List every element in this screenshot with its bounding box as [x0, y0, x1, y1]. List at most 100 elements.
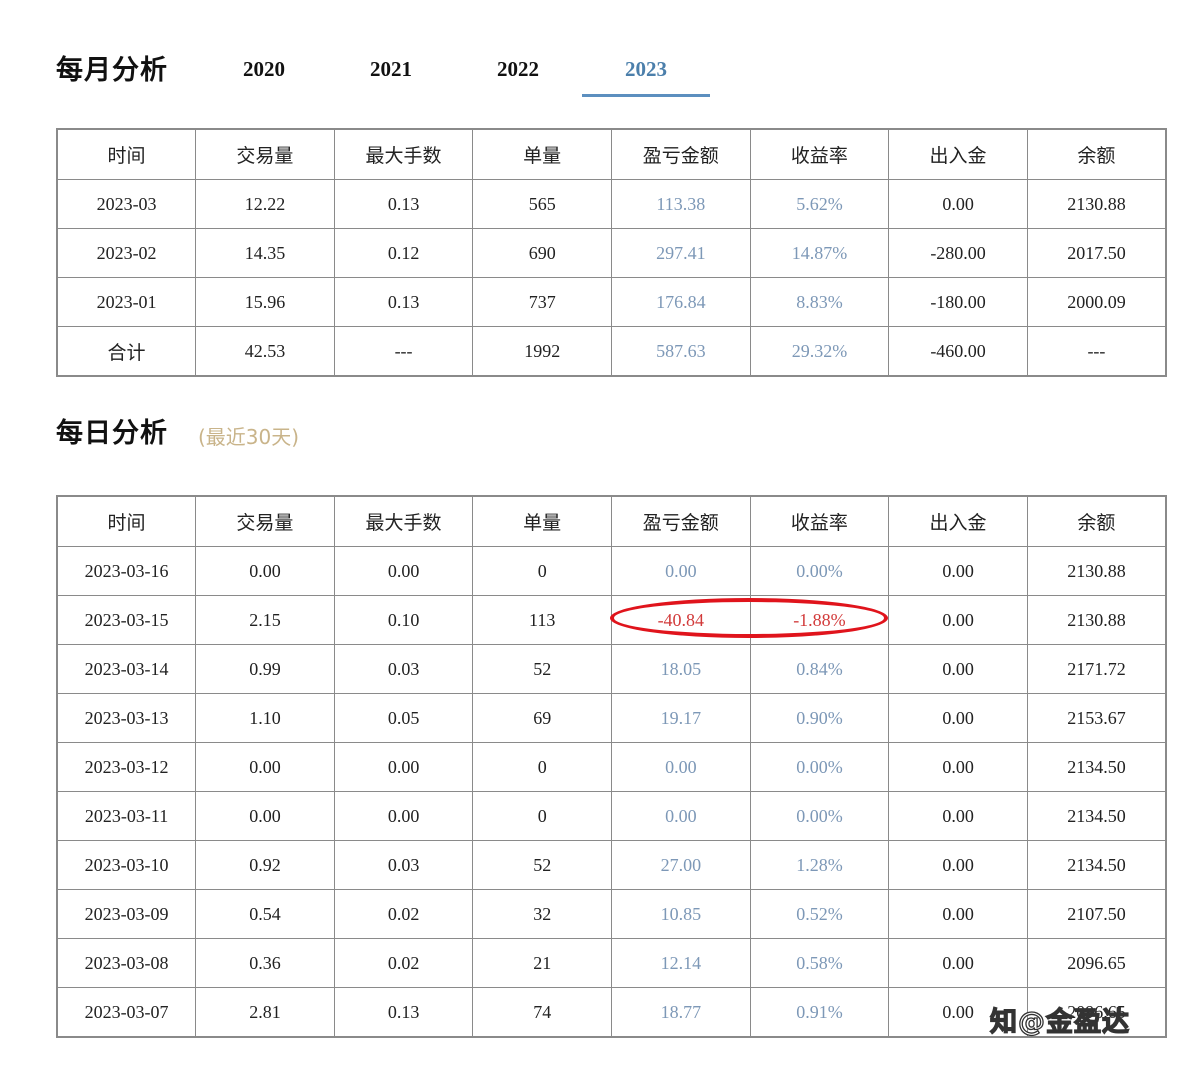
cell-max-lots: 0.13 [333, 179, 474, 229]
cell-max-lots: 0.00 [333, 791, 474, 841]
cell-orders: 32 [472, 889, 612, 939]
cell-deposit-withdrawal: -280.00 [888, 228, 1028, 278]
cell-time: 2023-03-12 [56, 742, 197, 792]
cell-pnl: 10.85 [611, 889, 751, 939]
cell-volume: 0.00 [195, 742, 335, 792]
cell-orders: 1992 [472, 326, 612, 377]
cell-volume: 12.22 [195, 179, 335, 229]
cell-balance: 2000.09 [1026, 277, 1167, 327]
daily-table: 时间 交易量 最大手数 单量 盈亏金额 收益率 出入金 余额 2023-03-1… [56, 495, 1167, 1038]
cell-return-rate: 29.32% [749, 326, 890, 377]
cell-balance: --- [1026, 326, 1167, 377]
cell-balance: 2017.50 [1026, 228, 1167, 278]
cell-deposit-withdrawal: -180.00 [888, 277, 1028, 327]
header-deposit-withdrawal: 出入金 [888, 495, 1028, 547]
watermark: 知@金盈达 [989, 1006, 1130, 1038]
cell-deposit-withdrawal: 0.00 [888, 742, 1028, 792]
cell-max-lots: 0.02 [333, 938, 474, 988]
cell-max-lots: 0.05 [333, 693, 474, 743]
table-row: 2023-01 15.96 0.13 737 176.84 8.83% -180… [56, 277, 1167, 327]
cell-pnl: 0.00 [611, 742, 751, 792]
cell-orders: 0 [472, 791, 612, 841]
table-row: 2023-03-12 0.00 0.00 0 0.00 0.00% 0.00 2… [56, 742, 1167, 792]
tab-2022[interactable]: 2022 [454, 50, 582, 94]
cell-volume: 2.81 [195, 987, 335, 1038]
cell-deposit-withdrawal: 0.00 [888, 791, 1028, 841]
cell-volume: 1.10 [195, 693, 335, 743]
cell-max-lots: 0.13 [333, 987, 474, 1038]
tab-2020[interactable]: 2020 [200, 50, 328, 94]
daily-analysis-title: 每日分析 [56, 418, 168, 449]
cell-orders: 52 [472, 644, 612, 694]
monthly-analysis-title: 每月分析 [56, 55, 168, 86]
cell-return-rate: 0.84% [749, 644, 890, 694]
cell-pnl: 19.17 [611, 693, 751, 743]
header-volume: 交易量 [195, 495, 335, 547]
cell-orders: 690 [472, 228, 612, 278]
cell-orders: 737 [472, 277, 612, 327]
table-row: 2023-03-10 0.92 0.03 52 27.00 1.28% 0.00… [56, 840, 1167, 890]
header-balance: 余额 [1026, 128, 1167, 180]
cell-deposit-withdrawal: 0.00 [888, 179, 1028, 229]
header-orders: 单量 [472, 495, 612, 547]
cell-deposit-withdrawal: 0.00 [888, 693, 1028, 743]
cell-pnl: 0.00 [611, 791, 751, 841]
cell-balance: 2153.67 [1026, 693, 1167, 743]
cell-balance: 2134.50 [1026, 742, 1167, 792]
cell-orders: 52 [472, 840, 612, 890]
cell-return-rate-loss: -1.88% [749, 595, 890, 645]
cell-deposit-withdrawal: 0.00 [888, 938, 1028, 988]
tab-2021[interactable]: 2021 [327, 50, 455, 94]
cell-orders: 565 [472, 179, 612, 229]
cell-deposit-withdrawal: 0.00 [888, 546, 1028, 596]
cell-volume: 0.00 [195, 546, 335, 596]
cell-time: 2023-03-11 [56, 791, 197, 841]
cell-return-rate: 0.00% [749, 791, 890, 841]
cell-time: 2023-03-07 [56, 987, 197, 1038]
cell-pnl: 113.38 [611, 179, 751, 229]
cell-return-rate: 0.91% [749, 987, 890, 1038]
cell-balance: 2130.88 [1026, 546, 1167, 596]
cell-time: 2023-03-09 [56, 889, 197, 939]
cell-return-rate: 5.62% [749, 179, 890, 229]
tab-2023[interactable]: 2023 [582, 50, 710, 97]
cell-max-lots: 0.00 [333, 546, 474, 596]
cell-balance: 2107.50 [1026, 889, 1167, 939]
cell-orders: 0 [472, 742, 612, 792]
header-time: 时间 [56, 128, 197, 180]
daily-header-row: 时间 交易量 最大手数 单量 盈亏金额 收益率 出入金 余额 [56, 495, 1167, 547]
cell-balance: 2134.50 [1026, 840, 1167, 890]
cell-max-lots: 0.03 [333, 840, 474, 890]
total-row: 合计 42.53 --- 1992 587.63 29.32% -460.00 … [56, 326, 1167, 377]
cell-pnl: 18.05 [611, 644, 751, 694]
cell-volume: 2.15 [195, 595, 335, 645]
cell-return-rate: 0.52% [749, 889, 890, 939]
table-row: 2023-03-15 2.15 0.10 113 -40.84 -1.88% 0… [56, 595, 1167, 645]
header-deposit-withdrawal: 出入金 [888, 128, 1028, 180]
cell-max-lots: 0.12 [333, 228, 474, 278]
cell-return-rate: 14.87% [749, 228, 890, 278]
cell-volume: 0.36 [195, 938, 335, 988]
cell-volume: 0.99 [195, 644, 335, 694]
cell-total-label: 合计 [56, 326, 197, 377]
table-row: 2023-03-11 0.00 0.00 0 0.00 0.00% 0.00 2… [56, 791, 1167, 841]
cell-time: 2023-02 [56, 228, 197, 278]
cell-deposit-withdrawal: 0.00 [888, 840, 1028, 890]
cell-deposit-withdrawal: -460.00 [888, 326, 1028, 377]
cell-return-rate: 0.58% [749, 938, 890, 988]
header-max-lots: 最大手数 [333, 128, 474, 180]
cell-pnl: 0.00 [611, 546, 751, 596]
cell-deposit-withdrawal: 0.00 [888, 889, 1028, 939]
cell-pnl-loss: -40.84 [611, 595, 751, 645]
cell-orders: 74 [472, 987, 612, 1038]
header-return-rate: 收益率 [749, 128, 890, 180]
cell-volume: 15.96 [195, 277, 335, 327]
cell-time: 2023-03-13 [56, 693, 197, 743]
cell-max-lots: 0.02 [333, 889, 474, 939]
cell-volume: 0.54 [195, 889, 335, 939]
cell-return-rate: 0.00% [749, 742, 890, 792]
cell-pnl: 18.77 [611, 987, 751, 1038]
cell-orders: 69 [472, 693, 612, 743]
table-row: 2023-03-16 0.00 0.00 0 0.00 0.00% 0.00 2… [56, 546, 1167, 596]
cell-balance: 2134.50 [1026, 791, 1167, 841]
